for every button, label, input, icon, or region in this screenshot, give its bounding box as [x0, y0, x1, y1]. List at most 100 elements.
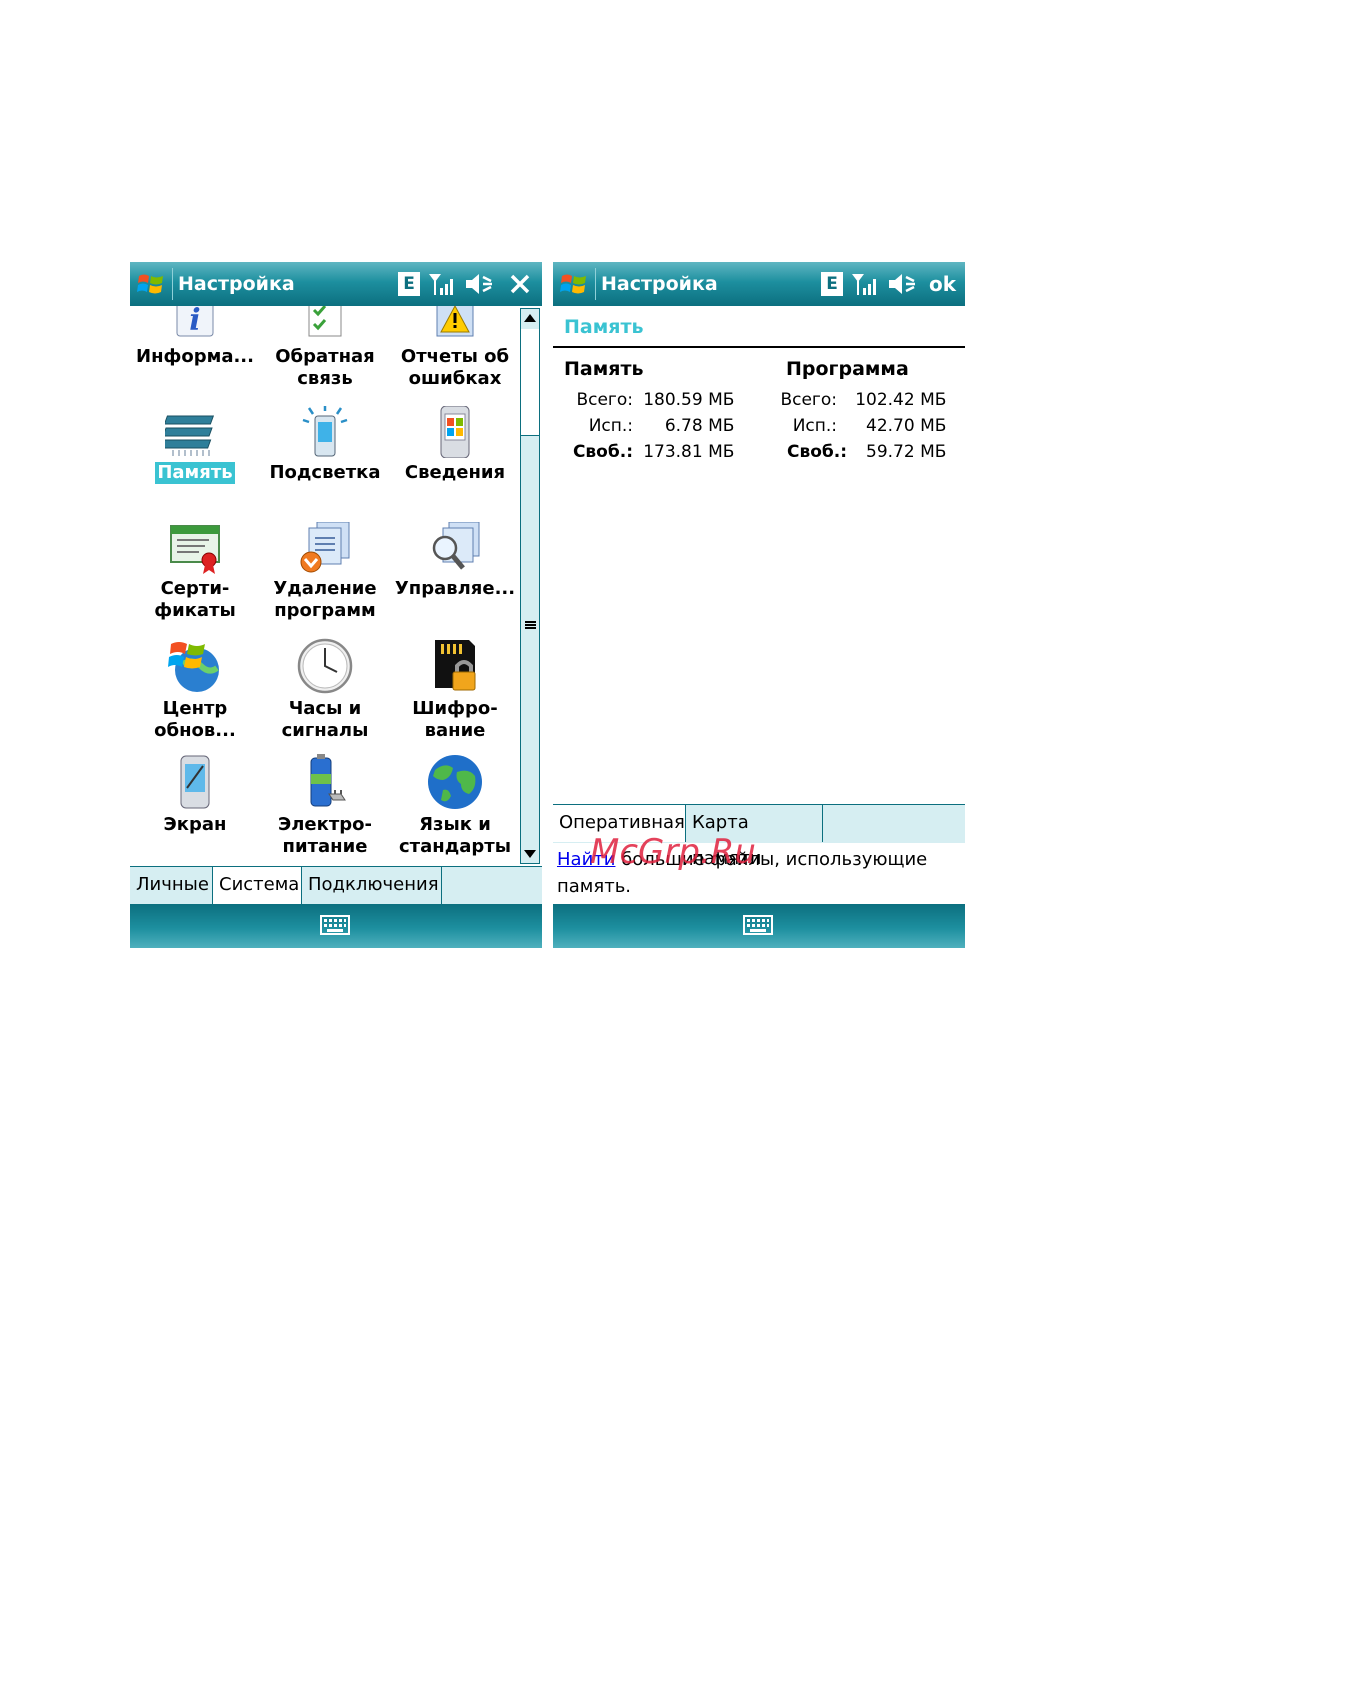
memory-total-row: Всего: 180.59 МБ — [553, 390, 734, 410]
title-bar: Настройка E ok — [553, 262, 965, 306]
settings-item-label: Экран — [163, 814, 227, 835]
settings-item-label: Часы и сигналы — [281, 698, 369, 741]
used-label: Исп.: — [588, 416, 633, 436]
language-icon — [428, 755, 482, 809]
tab-connections[interactable]: Подключения — [302, 867, 442, 904]
settings-item-label: Удаление программ — [273, 578, 377, 621]
feedback-icon — [308, 306, 342, 337]
remove-programs-icon — [300, 522, 350, 573]
backlight-icon — [302, 406, 348, 457]
used-label: Исп.: — [792, 416, 837, 436]
close-icon[interactable] — [508, 272, 532, 296]
soft-key-bar — [130, 904, 542, 948]
settings-item-backlight[interactable]: Подсветка — [260, 406, 390, 484]
memory-used-row: Исп.: 6.78 МБ — [553, 416, 735, 436]
volume-muted-icon[interactable] — [464, 272, 496, 296]
windows-start-icon[interactable] — [559, 270, 589, 298]
memory-used-value: 6.78 МБ — [664, 416, 735, 436]
managed-programs-icon — [432, 522, 480, 570]
settings-item-label: Память — [155, 462, 235, 484]
vertical-scrollbar[interactable] — [520, 308, 540, 864]
memory-free-row: Своб.: 173.81 МБ — [553, 442, 734, 462]
settings-item-remove-programs[interactable]: Удаление программ — [260, 522, 390, 622]
memory-free-value: 173.81 МБ — [643, 442, 735, 462]
title-bar: Настройка E — [130, 262, 542, 306]
free-label: Своб.: — [572, 442, 633, 462]
settings-item-update-center[interactable]: Центр обнов... — [130, 638, 260, 742]
memory-icon — [165, 415, 215, 456]
settings-item-label: Управляе... — [394, 578, 516, 599]
program-used-row: Исп.: 42.70 МБ — [775, 416, 947, 436]
header-divider — [553, 346, 965, 348]
settings-item-label: Сведения — [404, 462, 506, 483]
program-column-title: Программа — [786, 358, 909, 380]
program-total-row: Всего: 102.42 МБ — [775, 390, 946, 410]
info-icon: i — [176, 306, 214, 338]
screen-icon — [180, 755, 210, 809]
soft-key-bar — [553, 904, 965, 948]
memory-column-title: Память — [564, 358, 644, 380]
page-title: Память — [564, 316, 644, 338]
power-icon — [310, 754, 346, 807]
settings-item-about[interactable]: Сведения — [390, 406, 520, 484]
keyboard-icon[interactable] — [320, 915, 350, 937]
settings-item-screen[interactable]: Экран — [130, 754, 260, 836]
settings-system-screen: Настройка E i Информа... Обратная связь … — [130, 262, 542, 948]
windows-start-icon[interactable] — [136, 270, 166, 298]
settings-item-info[interactable]: i Информа... — [130, 306, 260, 368]
signal-strength-icon[interactable] — [851, 272, 879, 296]
scroll-down-icon[interactable] — [524, 850, 536, 858]
settings-item-language[interactable]: Язык и стандарты — [390, 754, 520, 858]
settings-item-certificates[interactable]: Серти- фикаты — [130, 522, 260, 622]
settings-item-label: Центр обнов... — [154, 698, 236, 741]
settings-item-clock[interactable]: Часы и сигналы — [260, 638, 390, 742]
settings-item-label: Электро- питание — [278, 814, 372, 857]
scroll-up-icon[interactable] — [524, 314, 536, 322]
program-free-row: Своб.: 59.72 МБ — [775, 442, 946, 462]
tab-system[interactable]: Система — [213, 867, 302, 904]
settings-item-label: Шифро- вание — [412, 698, 498, 741]
edge-network-icon[interactable]: E — [821, 272, 843, 296]
keyboard-icon[interactable] — [743, 915, 773, 937]
program-total-value: 102.42 МБ — [855, 390, 947, 410]
settings-item-label: Язык и стандарты — [399, 814, 511, 857]
settings-item-power[interactable]: Электро- питание — [260, 754, 390, 858]
svg-text:i: i — [189, 306, 200, 338]
free-label: Своб.: — [787, 442, 848, 462]
ok-button[interactable]: ok — [929, 272, 956, 296]
settings-item-memory[interactable]: Память — [130, 406, 260, 484]
volume-muted-icon[interactable] — [887, 272, 919, 296]
settings-item-managed-programs[interactable]: Управляе... — [390, 522, 520, 600]
program-free-value: 59.72 МБ — [866, 442, 947, 462]
scroll-grip-icon — [525, 621, 536, 629]
edge-network-icon[interactable]: E — [398, 272, 420, 296]
settings-item-feedback[interactable]: Обратная связь — [260, 306, 390, 390]
settings-item-label: Отчеты об ошибках — [400, 346, 510, 389]
update-center-icon — [168, 642, 219, 692]
settings-icon-grid: i Информа... Обратная связь Отчеты об ош… — [130, 306, 520, 866]
about-icon — [440, 406, 470, 458]
watermark: McGrp.Ru — [590, 832, 756, 872]
total-label: Всего: — [780, 390, 837, 410]
settings-tabs: Личные Система Подключения — [130, 866, 542, 905]
settings-item-label: Обратная связь — [275, 346, 375, 389]
settings-item-encryption[interactable]: Шифро- вание — [390, 638, 520, 742]
total-label: Всего: — [576, 390, 633, 410]
scroll-thumb[interactable] — [521, 329, 539, 436]
certificates-icon — [170, 525, 220, 574]
settings-item-label: Подсветка — [269, 462, 381, 483]
title-separator — [172, 268, 173, 300]
window-title: Настройка — [178, 273, 295, 295]
tab-personal[interactable]: Личные — [130, 867, 213, 904]
window-title: Настройка — [601, 273, 718, 295]
encryption-icon — [435, 640, 476, 691]
settings-item-label: Информа... — [136, 346, 254, 367]
clock-icon — [297, 638, 353, 694]
memory-total-value: 180.59 МБ — [643, 390, 735, 410]
title-separator — [595, 268, 596, 300]
error-report-icon — [436, 306, 474, 337]
settings-item-error-reports[interactable]: Отчеты об ошибках — [390, 306, 520, 390]
signal-strength-icon[interactable] — [428, 272, 456, 296]
program-used-value: 42.70 МБ — [866, 416, 947, 436]
settings-item-label: Серти- фикаты — [154, 578, 236, 621]
